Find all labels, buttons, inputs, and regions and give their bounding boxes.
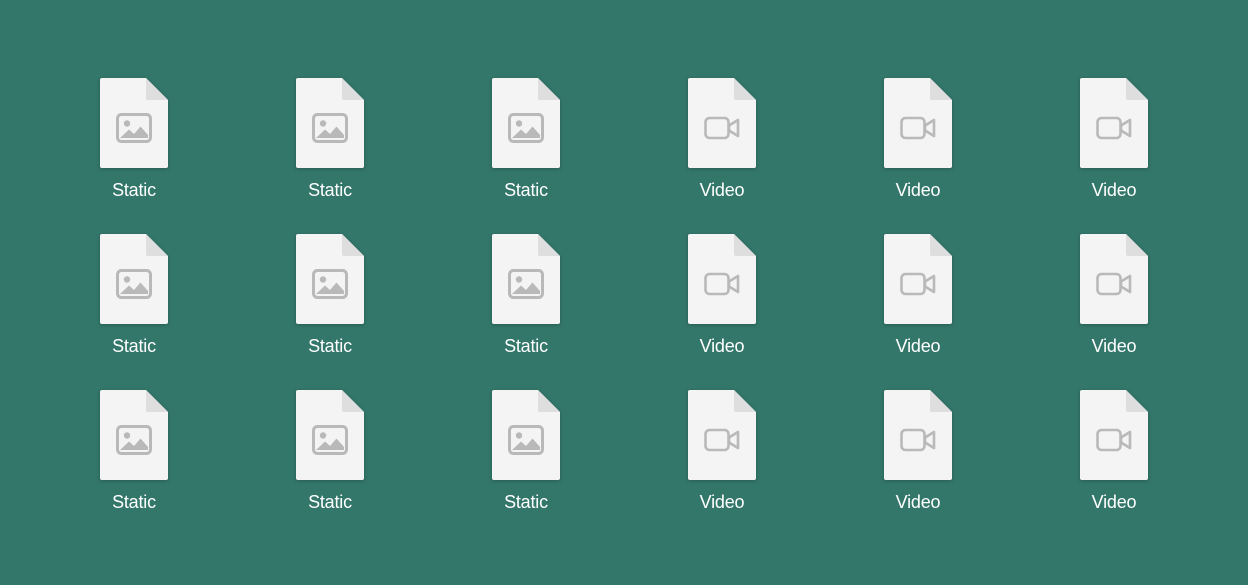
file-item-15[interactable]: Static: [458, 390, 594, 530]
file-label: Video: [1091, 336, 1137, 356]
file-item-5[interactable]: Video: [850, 78, 986, 218]
document-icon: [1080, 78, 1148, 168]
file-label: Static: [504, 492, 548, 512]
document-icon: [492, 390, 560, 480]
document-icon: [100, 234, 168, 324]
document-icon: [492, 78, 560, 168]
file-label: Static: [308, 492, 352, 512]
file-label: Video: [699, 492, 745, 512]
document-icon: [100, 390, 168, 480]
document-icon: [1080, 234, 1148, 324]
file-grid: Static Static Static Video Video Video S…: [66, 78, 1182, 546]
file-item-3[interactable]: Static: [458, 78, 594, 218]
file-label: Static: [112, 180, 156, 200]
file-item-12[interactable]: Video: [1046, 234, 1182, 374]
file-label: Static: [112, 336, 156, 356]
file-item-17[interactable]: Video: [850, 390, 986, 530]
document-icon: [296, 78, 364, 168]
file-label: Video: [699, 180, 745, 200]
file-item-13[interactable]: Static: [66, 390, 202, 530]
document-icon: [1080, 390, 1148, 480]
file-label: Static: [504, 336, 548, 356]
file-item-8[interactable]: Static: [262, 234, 398, 374]
file-item-18[interactable]: Video: [1046, 390, 1182, 530]
file-item-4[interactable]: Video: [654, 78, 790, 218]
file-item-11[interactable]: Video: [850, 234, 986, 374]
file-item-1[interactable]: Static: [66, 78, 202, 218]
desktop: Static Static Static Video Video Video S…: [0, 0, 1248, 585]
file-label: Static: [308, 180, 352, 200]
document-icon: [884, 390, 952, 480]
document-icon: [688, 234, 756, 324]
document-icon: [492, 234, 560, 324]
document-icon: [688, 78, 756, 168]
file-label: Video: [895, 336, 941, 356]
file-label: Static: [504, 180, 548, 200]
file-label: Video: [895, 180, 941, 200]
document-icon: [688, 390, 756, 480]
file-label: Video: [1091, 180, 1137, 200]
file-label: Video: [1091, 492, 1137, 512]
document-icon: [100, 78, 168, 168]
file-label: Video: [895, 492, 941, 512]
file-item-10[interactable]: Video: [654, 234, 790, 374]
document-icon: [296, 390, 364, 480]
document-icon: [296, 234, 364, 324]
file-item-2[interactable]: Static: [262, 78, 398, 218]
document-icon: [884, 234, 952, 324]
file-label: Static: [308, 336, 352, 356]
file-label: Video: [699, 336, 745, 356]
file-item-14[interactable]: Static: [262, 390, 398, 530]
file-label: Static: [112, 492, 156, 512]
document-icon: [884, 78, 952, 168]
file-item-16[interactable]: Video: [654, 390, 790, 530]
file-item-6[interactable]: Video: [1046, 78, 1182, 218]
file-item-7[interactable]: Static: [66, 234, 202, 374]
file-item-9[interactable]: Static: [458, 234, 594, 374]
